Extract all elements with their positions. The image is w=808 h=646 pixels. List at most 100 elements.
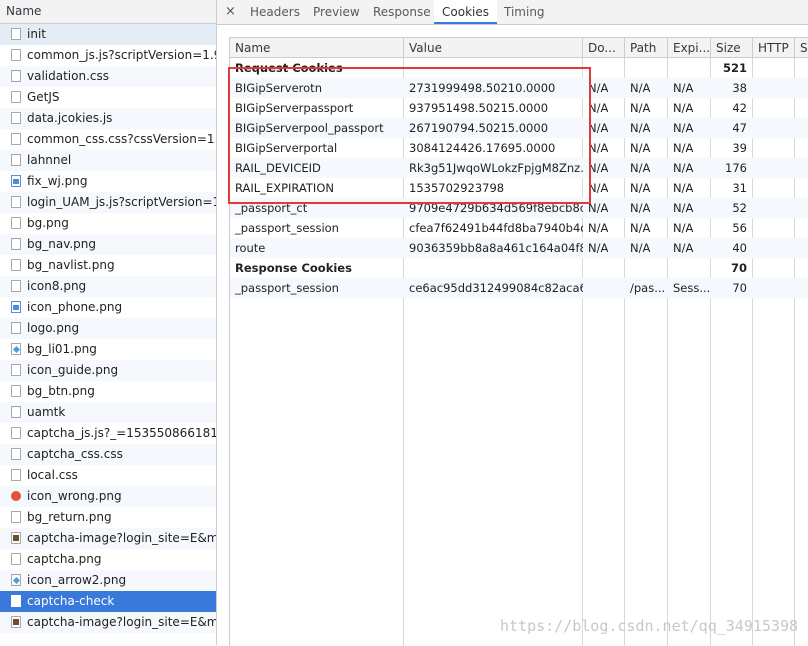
request-row[interactable]: bg_btn.png — [0, 381, 216, 402]
request-row[interactable]: icon_guide.png — [0, 360, 216, 381]
request-name: data.jcokies.js — [27, 111, 113, 125]
request-row[interactable]: bg_li01.png — [0, 339, 216, 360]
cookie-name: RAIL_DEVICEID — [235, 161, 321, 175]
request-row[interactable]: captcha-check — [0, 591, 216, 612]
file-icon — [11, 196, 21, 208]
column-header-secure[interactable]: Se — [795, 38, 808, 58]
request-row[interactable]: common_css.css?cssVersion=1.9... — [0, 129, 216, 150]
column-header-http[interactable]: HTTP — [753, 38, 795, 58]
request-name: init — [27, 27, 46, 41]
thumbnail-icon — [11, 532, 21, 544]
request-name: icon_phone.png — [27, 300, 123, 314]
request-row[interactable]: logo.png — [0, 318, 216, 339]
file-icon — [11, 364, 21, 376]
request-row[interactable]: lahnnel — [0, 150, 216, 171]
cookies-table: NameValueDo...PathExpi...SizeHTTPSeReque… — [229, 37, 808, 646]
tab-cookies[interactable]: Cookies — [434, 0, 497, 24]
request-row[interactable]: captcha-image?login_site=E&mo... — [0, 612, 216, 633]
request-row[interactable]: bg_return.png — [0, 507, 216, 528]
close-icon[interactable]: × — [225, 4, 236, 19]
request-row[interactable]: bg_nav.png — [0, 234, 216, 255]
cookie-row[interactable]: _passport_session ce6ac95dd312499084c82ac… — [230, 278, 808, 298]
column-header-expires[interactable]: Expi... — [668, 38, 711, 58]
cookie-row[interactable]: route 9036359bb8a8a461c164a04f8... N/A N/A N… — [230, 238, 808, 258]
file-icon — [11, 280, 21, 292]
watermark: https://blog.csdn.net/qq_34915398 — [499, 617, 798, 635]
cookie-value: Rk3g51JwqoWLokzFpjgM8Znz... — [409, 161, 583, 175]
cookie-path: N/A — [630, 201, 651, 215]
cookie-row[interactable]: BIGipServerpool_passport 267190794.50215.… — [230, 118, 808, 138]
request-row[interactable]: data.jcokies.js — [0, 108, 216, 129]
cookie-size: 40 — [732, 241, 747, 255]
cookie-section-row[interactable]: Request Cookies 521 — [230, 58, 808, 78]
cookie-name: Request Cookies — [235, 61, 343, 75]
request-name: icon_wrong.png — [27, 489, 122, 503]
cookie-path: /pas... — [630, 281, 666, 295]
cookie-domain: N/A — [588, 161, 609, 175]
cookie-name: BIGipServerpool_passport — [235, 121, 384, 135]
tab-preview[interactable]: Preview — [305, 0, 368, 24]
request-row[interactable]: GetJS — [0, 87, 216, 108]
request-row[interactable]: captcha_js.js?_=1535508661810 — [0, 423, 216, 444]
cookie-size: 52 — [732, 201, 747, 215]
request-name: common_js.js?scriptVersion=1.90... — [27, 48, 216, 62]
cookie-row[interactable]: RAIL_EXPIRATION 1535702923798 N/A N/A N/A 31 — [230, 178, 808, 198]
name-column-header[interactable]: Name — [0, 0, 216, 24]
cookie-row[interactable]: _passport_ct 9709e4729b634d569f8ebcb8c...… — [230, 198, 808, 218]
request-name: bg_btn.png — [27, 384, 95, 398]
request-name: local.css — [27, 468, 78, 482]
request-row[interactable]: icon_arrow2.png — [0, 570, 216, 591]
request-name: lahnnel — [27, 153, 72, 167]
request-row[interactable]: icon8.png — [0, 276, 216, 297]
request-row[interactable]: icon_wrong.png — [0, 486, 216, 507]
cookie-row[interactable]: _passport_session cfea7f62491b44fd8ba7940… — [230, 218, 808, 238]
column-header-path[interactable]: Path — [625, 38, 668, 58]
file-icon — [11, 217, 21, 229]
request-row[interactable]: local.css — [0, 465, 216, 486]
request-row[interactable]: common_js.js?scriptVersion=1.90... — [0, 45, 216, 66]
request-row[interactable]: captcha.png — [0, 549, 216, 570]
request-row[interactable]: bg.png — [0, 213, 216, 234]
request-row[interactable]: bg_navlist.png — [0, 255, 216, 276]
cookie-name: route — [235, 241, 266, 255]
request-list-panel: Name init common_js.js?scriptVersion=1.90… — [0, 0, 217, 645]
thumbnail-icon — [11, 616, 21, 628]
request-row[interactable]: captcha_css.css — [0, 444, 216, 465]
cookie-row[interactable]: RAIL_DEVICEID Rk3g51JwqoWLokzFpjgM8Znz...… — [230, 158, 808, 178]
request-row[interactable]: uamtk — [0, 402, 216, 423]
request-row[interactable]: fix_wj.png — [0, 171, 216, 192]
cookie-row[interactable]: BIGipServerotn 2731999498.50210.0000 N/A N/… — [230, 78, 808, 98]
file-icon — [11, 322, 21, 334]
column-header-domain[interactable]: Do... — [583, 38, 625, 58]
cookie-section-row[interactable]: Response Cookies 70 — [230, 258, 808, 278]
request-name: bg_navlist.png — [27, 258, 115, 272]
tab-headers[interactable]: Headers — [242, 0, 308, 24]
cookie-domain: N/A — [588, 201, 609, 215]
tab-response[interactable]: Response — [365, 0, 439, 24]
file-icon — [11, 406, 21, 418]
column-header-size[interactable]: Size — [711, 38, 753, 58]
request-row[interactable]: validation.css — [0, 66, 216, 87]
cookie-path: N/A — [630, 181, 651, 195]
cookie-expires: N/A — [673, 141, 694, 155]
request-row[interactable]: login_UAM_js.js?scriptVersion=1.... — [0, 192, 216, 213]
request-name: captcha_js.js?_=1535508661810 — [27, 426, 216, 440]
request-name: icon8.png — [27, 279, 87, 293]
cookie-row[interactable]: BIGipServerpassport 937951498.50215.0000 N… — [230, 98, 808, 118]
column-header-value[interactable]: Value — [404, 38, 583, 58]
request-row[interactable]: init — [0, 24, 216, 45]
cookie-row[interactable]: BIGipServerportal 3084124426.17695.0000 N/… — [230, 138, 808, 158]
file-icon — [11, 448, 21, 460]
cookie-value: 2731999498.50210.0000 — [409, 81, 556, 95]
file-icon — [11, 595, 21, 607]
request-name: bg_nav.png — [27, 237, 97, 251]
column-header-name[interactable]: Name — [230, 38, 404, 58]
request-name: logo.png — [27, 321, 80, 335]
request-name: captcha-check — [27, 594, 115, 608]
request-row[interactable]: icon_phone.png — [0, 297, 216, 318]
tab-timing[interactable]: Timing — [496, 0, 553, 24]
request-row[interactable]: captcha-image?login_site=E&mo... — [0, 528, 216, 549]
cookie-value: 9036359bb8a8a461c164a04f8... — [409, 241, 583, 255]
cookie-value: 3084124426.17695.0000 — [409, 141, 556, 155]
file-icon — [11, 238, 21, 250]
